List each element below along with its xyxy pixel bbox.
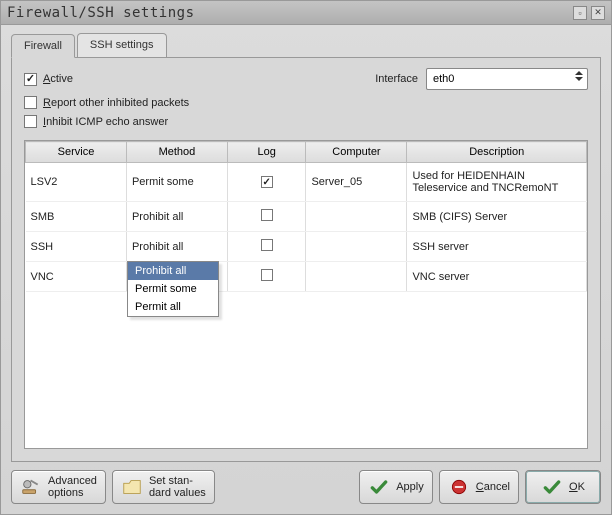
tab-panel: Active Interface eth0 Report other inhib… [11, 57, 601, 462]
cell-service: SMB [26, 202, 127, 232]
cell-service: LSV2 [26, 163, 127, 202]
window: Firewall/SSH settings ▫ ✕ Firewall SSH s… [0, 0, 612, 515]
cell-computer[interactable] [306, 202, 407, 232]
header-description[interactable]: Description [407, 142, 587, 163]
method-dropdown[interactable]: Prohibit all Permit some Permit all [127, 261, 219, 317]
ok-check-icon [541, 476, 563, 498]
ok-label: OK [569, 481, 585, 493]
report-checkbox[interactable] [24, 96, 37, 109]
set-standard-values-button[interactable]: Set stan-dard values [112, 470, 215, 504]
cell-description: Used for HEIDENHAIN Teleservice and TNCR… [407, 163, 587, 202]
cancel-label: Cancel [476, 481, 510, 493]
active-check-row: Active [24, 73, 73, 86]
dropdown-option[interactable]: Prohibit all [128, 262, 218, 280]
stop-icon [448, 476, 470, 498]
cell-service: SSH [26, 232, 127, 262]
active-checkbox[interactable] [24, 73, 37, 86]
cell-log [227, 232, 306, 262]
restore-button[interactable]: ▫ [573, 6, 587, 20]
tab-ssh-settings[interactable]: SSH settings [77, 33, 167, 57]
cell-description: VNC server [407, 262, 587, 292]
spacer [221, 470, 353, 504]
interface-value: eth0 [433, 73, 454, 85]
cell-computer[interactable] [306, 232, 407, 262]
cell-description: SMB (CIFS) Server [407, 202, 587, 232]
interface-row: Interface eth0 [375, 68, 588, 90]
services-table-wrap: Service Method Log Computer Description … [24, 140, 588, 449]
log-checkbox[interactable] [261, 209, 273, 221]
inhibit-checkbox[interactable] [24, 115, 37, 128]
report-check-row: Report other inhibited packets [24, 96, 588, 109]
advanced-options-button[interactable]: Advancedoptions [11, 470, 106, 504]
interface-combo[interactable]: eth0 [426, 68, 588, 90]
cell-log [227, 262, 306, 292]
close-button[interactable]: ✕ [591, 6, 605, 20]
cell-description: SSH server [407, 232, 587, 262]
header-method[interactable]: Method [126, 142, 227, 163]
button-bar: Advancedoptions Set stan-dard values App… [11, 462, 601, 504]
dropdown-option[interactable]: Permit all [128, 298, 218, 316]
log-checkbox[interactable] [261, 176, 273, 188]
table-row[interactable]: SSH Prohibit all SSH server [26, 232, 587, 262]
folder-icon [121, 476, 143, 498]
cell-computer[interactable]: Server_05 [306, 163, 407, 202]
window-title: Firewall/SSH settings [7, 5, 569, 21]
table-row[interactable]: SMB Prohibit all SMB (CIFS) Server [26, 202, 587, 232]
ok-button[interactable]: OK [525, 470, 601, 504]
interface-label: Interface [375, 73, 418, 85]
cell-service: VNC [26, 262, 127, 292]
inhibit-check-row: Inhibit ICMP echo answer [24, 115, 588, 128]
header-computer[interactable]: Computer [306, 142, 407, 163]
cell-computer[interactable] [306, 262, 407, 292]
cell-log [227, 202, 306, 232]
set-standard-values-label: Set stan-dard values [149, 475, 206, 499]
top-row: Active Interface eth0 [24, 68, 588, 90]
chevron-updown-icon [575, 71, 583, 81]
content: Firewall SSH settings Active Interface e… [1, 25, 611, 514]
apply-button[interactable]: Apply [359, 470, 433, 504]
cell-log [227, 163, 306, 202]
header-log[interactable]: Log [227, 142, 306, 163]
report-label: Report other inhibited packets [43, 97, 189, 109]
titlebar: Firewall/SSH settings ▫ ✕ [1, 1, 611, 25]
log-checkbox[interactable] [261, 269, 273, 281]
cell-method[interactable]: Prohibit all [126, 202, 227, 232]
apply-label: Apply [396, 481, 424, 493]
dropdown-option[interactable]: Permit some [128, 280, 218, 298]
cell-method[interactable]: Permit some [126, 163, 227, 202]
gear-wrench-icon [20, 476, 42, 498]
inhibit-label: Inhibit ICMP echo answer [43, 116, 168, 128]
log-checkbox[interactable] [261, 239, 273, 251]
check-icon [368, 476, 390, 498]
advanced-options-label: Advancedoptions [48, 475, 97, 499]
header-service[interactable]: Service [26, 142, 127, 163]
active-label: Active [43, 73, 73, 85]
services-table: Service Method Log Computer Description … [25, 141, 587, 292]
table-row[interactable]: VNC VNC server [26, 262, 587, 292]
tab-firewall[interactable]: Firewall [11, 34, 75, 58]
tab-row: Firewall SSH settings [11, 33, 601, 57]
table-row[interactable]: LSV2 Permit some Server_05 Used for HEID… [26, 163, 587, 202]
cancel-button[interactable]: Cancel [439, 470, 519, 504]
cell-method[interactable]: Prohibit all [126, 232, 227, 262]
